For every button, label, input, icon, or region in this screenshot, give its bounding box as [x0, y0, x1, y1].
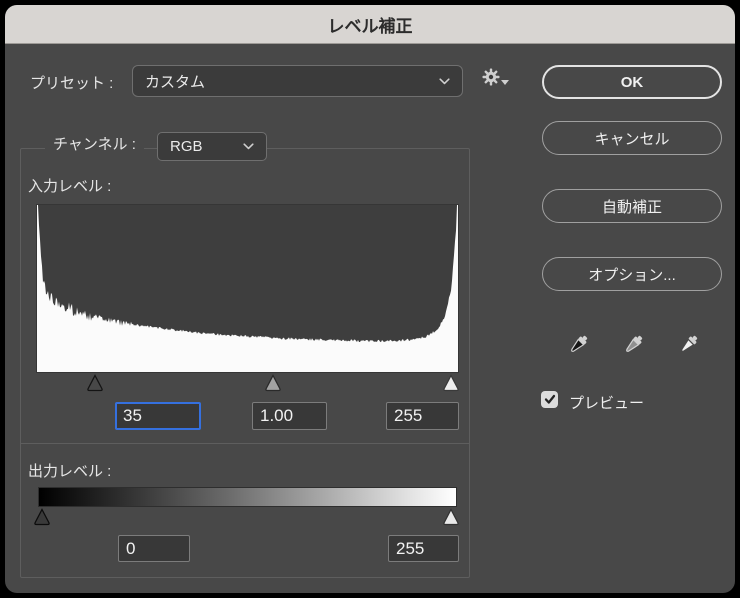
- dialog-title: レベル補正: [328, 12, 413, 37]
- input-shadow-slider[interactable]: [86, 374, 104, 392]
- menu-arrow-icon: [501, 80, 509, 85]
- input-levels-label: 入力レベル :: [28, 175, 111, 196]
- dialog-titlebar[interactable]: レベル補正: [5, 5, 735, 44]
- output-gradient-bar: [38, 487, 457, 507]
- histogram-bars: [37, 205, 458, 372]
- screen: レベル補正 プリセット : カスタム: [0, 0, 740, 598]
- output-levels-label: 出力レベル :: [28, 460, 111, 481]
- white-point-eyedropper-icon[interactable]: [676, 333, 700, 357]
- gear-icon: [481, 67, 501, 87]
- checkmark-icon: [544, 394, 556, 405]
- preview-checkbox[interactable]: [541, 391, 558, 408]
- gray-point-eyedropper-icon[interactable]: [621, 333, 645, 357]
- channel-value: RGB: [170, 138, 203, 155]
- input-gamma-slider[interactable]: [264, 374, 282, 392]
- ok-button[interactable]: OK: [542, 65, 722, 99]
- group-divider: [20, 443, 470, 444]
- input-gamma-field[interactable]: [252, 402, 327, 430]
- input-shadow-field[interactable]: [115, 402, 201, 430]
- input-highlight-slider[interactable]: [442, 374, 460, 392]
- output-highlight-slider[interactable]: [442, 508, 460, 526]
- preset-label: プリセット :: [30, 72, 113, 93]
- channel-label: チャンネル :: [45, 133, 144, 154]
- black-point-eyedropper-icon[interactable]: [566, 333, 590, 357]
- output-shadow-slider[interactable]: [33, 508, 51, 526]
- preset-options-menu-button[interactable]: [477, 67, 513, 93]
- levels-dialog: レベル補正 プリセット : カスタム: [5, 5, 735, 593]
- auto-correct-button[interactable]: 自動補正: [542, 189, 722, 223]
- chevron-down-icon: [243, 143, 254, 150]
- output-highlight-field[interactable]: [388, 535, 459, 562]
- histogram[interactable]: [36, 204, 459, 373]
- channel-dropdown[interactable]: RGB: [157, 132, 267, 161]
- input-highlight-field[interactable]: [386, 402, 459, 430]
- preset-value: カスタム: [145, 71, 205, 92]
- preview-label: プレビュー: [569, 392, 644, 413]
- chevron-down-icon: [439, 78, 450, 85]
- cancel-button[interactable]: キャンセル: [542, 121, 722, 155]
- options-button[interactable]: オプション...: [542, 257, 722, 291]
- output-shadow-field[interactable]: [118, 535, 190, 562]
- preset-dropdown[interactable]: カスタム: [132, 65, 463, 97]
